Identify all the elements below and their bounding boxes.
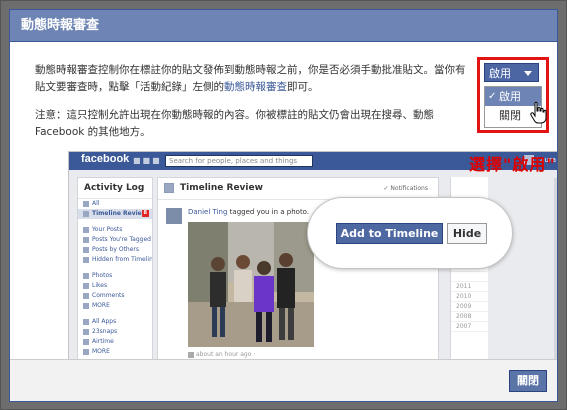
sidebar-item-icon — [83, 303, 89, 309]
hand-cursor-icon — [530, 101, 547, 124]
sidebar-item-icon — [83, 273, 89, 279]
sidebar-item-label: Comments — [92, 292, 125, 299]
sidebar-item: MORE — [78, 347, 152, 357]
sidebar-item: Comments — [78, 291, 152, 301]
dialog-backdrop: 動態時報審查 動態時報審查控制你在標註你的貼文發佈到動態時報之前，你是否必須手動… — [0, 0, 567, 410]
sidebar-item-label: Your Posts — [92, 226, 123, 233]
sidebar-item: Likes — [78, 281, 152, 291]
sidebar-item: Airtime — [78, 337, 152, 347]
dialog-note: 注意：這只控制允許出現在你動態時報的內容。你被標註的貼文仍會出現在搜尋、動態 F… — [35, 107, 510, 141]
select-enable-annotation: 選擇"啟用" — [469, 155, 556, 174]
sidebar-item-icon — [83, 293, 89, 299]
review-actions-callout: Add to Timeline Hide — [307, 197, 513, 269]
dialog-footer: 關閉 — [10, 359, 557, 401]
sidebar-item-icon — [83, 319, 89, 325]
close-button[interactable]: 關閉 — [509, 370, 547, 392]
nav-icons: ■■■ — [133, 156, 162, 165]
sidebar-item: All Apps — [78, 317, 152, 327]
add-to-timeline-button: Add to Timeline — [336, 223, 443, 244]
sidebar-item-label: All Apps — [92, 318, 117, 325]
description-text-b: 即可。 — [287, 81, 319, 93]
sidebar-items: All Timeline Review 8 Your Posts Posts You'r… — [78, 199, 152, 357]
hide-button: Hide — [447, 223, 487, 244]
setting-current-value: 啟用 — [489, 67, 511, 80]
sidebar-item-icon — [83, 349, 89, 355]
sidebar-item-icon — [83, 257, 89, 263]
post-header: Daniel Ting tagged you in a photo. — [188, 208, 309, 216]
year-item: 2010 — [451, 292, 488, 302]
sidebar-item-label: Airtime — [92, 338, 114, 345]
search-input: Search for people, places and things — [165, 155, 313, 167]
privacy-icon — [188, 351, 194, 358]
timeline-review-dialog: 動態時報審查 動態時報審查控制你在標註你的貼文發佈到動態時報之前，你是否必須手動… — [9, 9, 558, 402]
sidebar-item-icon — [83, 283, 89, 289]
sidebar-item: MORE — [78, 301, 152, 311]
dialog-description: 動態時報審查控制你在標註你的貼文發佈到動態時報之前，你是否必須手動批准貼文。當你… — [35, 62, 467, 96]
sidebar-item-label: Posts You're Tagged ... — [92, 236, 152, 243]
activity-log-preview: facebook ■■■ Search for people, places a… — [68, 151, 557, 364]
sidebar-item-icon — [83, 201, 89, 207]
facebook-logo: facebook — [81, 153, 130, 165]
activity-log-title: Activity Log — [78, 178, 152, 199]
sidebar-item: Hidden from Timeline — [78, 255, 152, 265]
sidebar-item-label: 23snaps — [92, 328, 118, 335]
tagged-photo — [188, 222, 314, 347]
sidebar-item-icon — [83, 237, 89, 243]
timeline-review-title: Timeline Review — [180, 183, 263, 193]
notifications-toggle: ✓ Notifications — [383, 185, 429, 192]
sidebar-item-icon — [83, 227, 89, 233]
sidebar-item: All — [78, 199, 152, 209]
post-footer: about an hour ago · — [188, 351, 255, 358]
sidebar-item: Photos — [78, 271, 152, 281]
timeline-review-icon — [164, 183, 174, 193]
year-item: 2007 — [451, 322, 488, 332]
sidebar-item: Posts by Others — [78, 245, 152, 255]
sidebar-item: Timeline Review 8 — [78, 209, 152, 219]
sidebar-item-label: MORE — [92, 302, 110, 309]
year-item: 2009 — [451, 302, 488, 312]
sidebar-item: Your Posts — [78, 225, 152, 235]
post-action: tagged you in a photo. — [229, 208, 310, 216]
post-author-avatar — [166, 208, 182, 224]
dialog-title: 動態時報審查 — [10, 10, 557, 42]
sidebar-item-label: Likes — [92, 282, 108, 289]
sidebar-item: 23snaps — [78, 327, 152, 337]
sidebar-item-icon — [83, 339, 89, 345]
timeline-review-link[interactable]: 動態時報審查 — [224, 81, 287, 93]
year-item: 2011 — [451, 282, 488, 292]
sidebar-item-icon — [83, 329, 89, 335]
sidebar-item-label: Hidden from Timeline — [92, 256, 152, 263]
post-author: Daniel Ting — [188, 208, 228, 216]
sidebar-item-label: Posts by Others — [92, 246, 140, 253]
preview-scrollbar — [554, 178, 557, 361]
note-line-1: 注意：這只控制允許出現在你動態時報的內容。你被標註的貼文仍會出現在搜尋、動態 — [35, 109, 434, 121]
post-time: about an hour ago · — [196, 351, 256, 358]
menu-item-disable-label: 關閉 — [499, 109, 521, 122]
check-icon: ✓ — [488, 91, 497, 102]
year-item: 2008 — [451, 312, 488, 322]
sidebar-item-label: MORE — [92, 348, 110, 355]
activity-log-sidebar: Activity Log All Timeline Review 8 Your Pos… — [77, 177, 153, 362]
sidebar-item-icon — [83, 211, 89, 217]
sidebar-item-icon — [83, 247, 89, 253]
sidebar-item-label: Timeline Review — [92, 210, 148, 217]
chevron-down-icon — [524, 71, 532, 76]
count-badge: 8 — [141, 210, 149, 217]
photo-image — [188, 222, 314, 347]
setting-dropdown[interactable]: 啟用 — [484, 63, 539, 82]
sidebar-item: Posts You're Tagged ... — [78, 235, 152, 245]
sidebar-item-label: All — [92, 200, 100, 207]
menu-item-enable-label: 啟用 — [499, 90, 521, 103]
note-line-2: Facebook 的其他地方。 — [35, 126, 151, 138]
sidebar-item-label: Photos — [92, 272, 113, 279]
